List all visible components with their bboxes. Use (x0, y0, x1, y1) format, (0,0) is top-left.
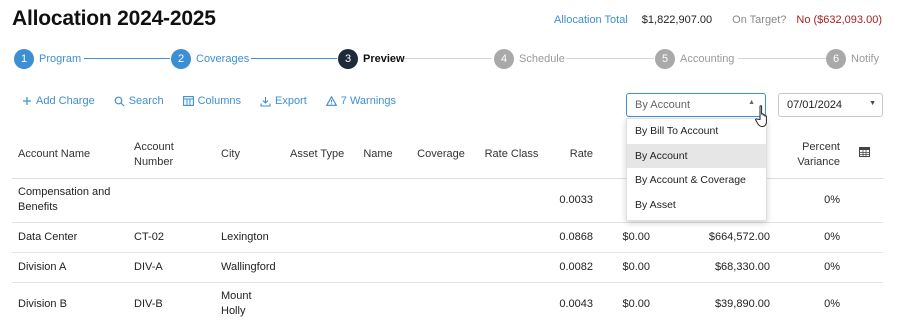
column-header[interactable]: Asset Type (284, 132, 351, 179)
variance-cell: 0% (776, 282, 846, 321)
allocation-summary: Allocation Total $1,822,907.00 On Target… (554, 14, 882, 26)
column-header[interactable]: Name (351, 132, 405, 179)
amount-cell: $68,330.00 (656, 252, 776, 283)
step-label: Coverages (196, 53, 250, 65)
step-program[interactable]: 1 Program (14, 49, 81, 69)
step-label: Program (39, 53, 82, 65)
step-connector (251, 58, 337, 59)
step-label: Accounting (680, 53, 735, 65)
column-header[interactable]: Account Number (128, 132, 215, 179)
dropdown-option-by-account-and-coverage[interactable]: By Account & Coverage (627, 168, 766, 193)
column-header[interactable]: Rate Class (477, 132, 546, 179)
variance-cell: 0% (776, 222, 846, 253)
dropdown-option-by-bill-to-account[interactable]: By Bill To Account (627, 119, 766, 144)
dropdown-option-by-asset[interactable]: By Asset (627, 193, 766, 218)
table-row[interactable]: Division A DIV-A Wallingford 0.0082 $0.0… (12, 252, 883, 283)
table-row[interactable]: Data Center CT-02 Lexington 0.0868 $0.00… (12, 222, 883, 253)
column-header[interactable]: Coverage (405, 132, 477, 179)
step-label: Preview (363, 53, 405, 65)
step-connector (738, 58, 826, 59)
city-cell: Lexington (215, 222, 284, 253)
step-notify[interactable]: 6 Notify (826, 49, 879, 69)
plus-icon (23, 97, 31, 105)
step-connector (84, 58, 170, 59)
table-toolbar: Add Charge Search Columns Export 7 Warni… (22, 95, 415, 107)
step-connector (404, 58, 492, 59)
group-by-select[interactable]: By Account ▲ (626, 93, 766, 117)
step-number: 1 (14, 49, 34, 69)
account-number-cell (128, 178, 215, 223)
group-by-value: By Account (635, 99, 691, 111)
prior-cell: $0.00 (599, 282, 656, 321)
search-icon (114, 96, 125, 106)
variance-cell: 0% (776, 178, 846, 223)
columns-label: Columns (197, 95, 241, 107)
step-label: Schedule (519, 53, 565, 65)
search-button[interactable]: Search (114, 95, 164, 107)
step-accounting[interactable]: 5 Accounting (655, 49, 734, 69)
table-settings-icon (859, 147, 870, 158)
variance-cell: 0% (776, 252, 846, 283)
account-name-cell: Division A (12, 252, 128, 283)
column-header[interactable]: City (215, 132, 284, 179)
step-number: 2 (171, 49, 191, 69)
column-header[interactable]: Percent Variance (776, 132, 846, 179)
step-number: 4 (494, 49, 514, 69)
step-number: 6 (826, 49, 846, 69)
on-target-label: On Target? (732, 14, 787, 26)
step-number: 3 (338, 49, 358, 69)
amount-cell: $664,572.00 (656, 222, 776, 253)
columns-button[interactable]: Columns (182, 95, 241, 107)
account-name-cell: Division B (12, 282, 128, 321)
step-schedule[interactable]: 4 Schedule (494, 49, 565, 69)
export-button[interactable]: Export (260, 95, 307, 107)
step-label: Notify (851, 53, 880, 65)
export-icon (260, 96, 271, 107)
prior-cell: $0.00 (599, 222, 656, 253)
allocation-total-value: $1,822,907.00 (641, 14, 713, 26)
prior-cell: $0.00 (599, 252, 656, 283)
dropdown-option-by-account[interactable]: By Account (627, 143, 766, 168)
column-header[interactable]: Rate (546, 132, 599, 179)
group-by-dropdown: By Bill To Account By Account By Account… (626, 118, 767, 221)
hand-cursor-icon (755, 105, 767, 127)
add-charge-label: Add Charge (36, 95, 95, 107)
allocation-total-label[interactable]: Allocation Total (554, 14, 628, 26)
search-label: Search (128, 95, 164, 107)
step-connector (566, 58, 654, 59)
account-name-cell: Data Center (12, 222, 128, 253)
table-row[interactable]: Division B DIV-B Mount Holly 0.0043 $0.0… (12, 282, 883, 321)
date-value: 07/01/2024 (787, 99, 843, 111)
city-cell (215, 178, 284, 223)
account-number-cell: DIV-A (128, 252, 215, 283)
progress-stepper: 1 Program 2 Coverages 3 Preview 4 Schedu… (14, 49, 884, 69)
on-target-value: No ($632,093.00) (796, 14, 882, 26)
page-title: Allocation 2024-2025 (12, 7, 216, 30)
date-select[interactable]: 07/01/2024 ▼ (778, 93, 883, 117)
warning-icon (325, 96, 337, 106)
city-cell: Mount Holly (215, 282, 284, 321)
step-number: 5 (655, 49, 675, 69)
column-settings[interactable] (846, 132, 883, 179)
rate-cell: 0.0082 (546, 252, 599, 283)
account-number-cell: DIV-B (128, 282, 215, 321)
account-name-cell: Compensation and Benefits (12, 178, 128, 223)
warnings-label: 7 Warnings (340, 95, 397, 107)
account-number-cell: CT-02 (128, 222, 215, 253)
step-coverages[interactable]: 2 Coverages (171, 49, 249, 69)
rate-cell: 0.0033 (546, 178, 599, 223)
columns-icon (182, 96, 194, 106)
chevron-down-icon: ▼ (869, 100, 876, 107)
city-cell: Wallingford (215, 252, 284, 283)
export-label: Export (274, 95, 307, 107)
step-preview[interactable]: 3 Preview (338, 49, 405, 69)
amount-cell: $39,890.00 (656, 282, 776, 321)
column-header[interactable]: Account Name (12, 132, 128, 179)
rate-cell: 0.0868 (546, 222, 599, 253)
add-charge-button[interactable]: Add Charge (22, 95, 95, 107)
warnings-button[interactable]: 7 Warnings (325, 95, 397, 107)
rate-cell: 0.0043 (546, 282, 599, 321)
